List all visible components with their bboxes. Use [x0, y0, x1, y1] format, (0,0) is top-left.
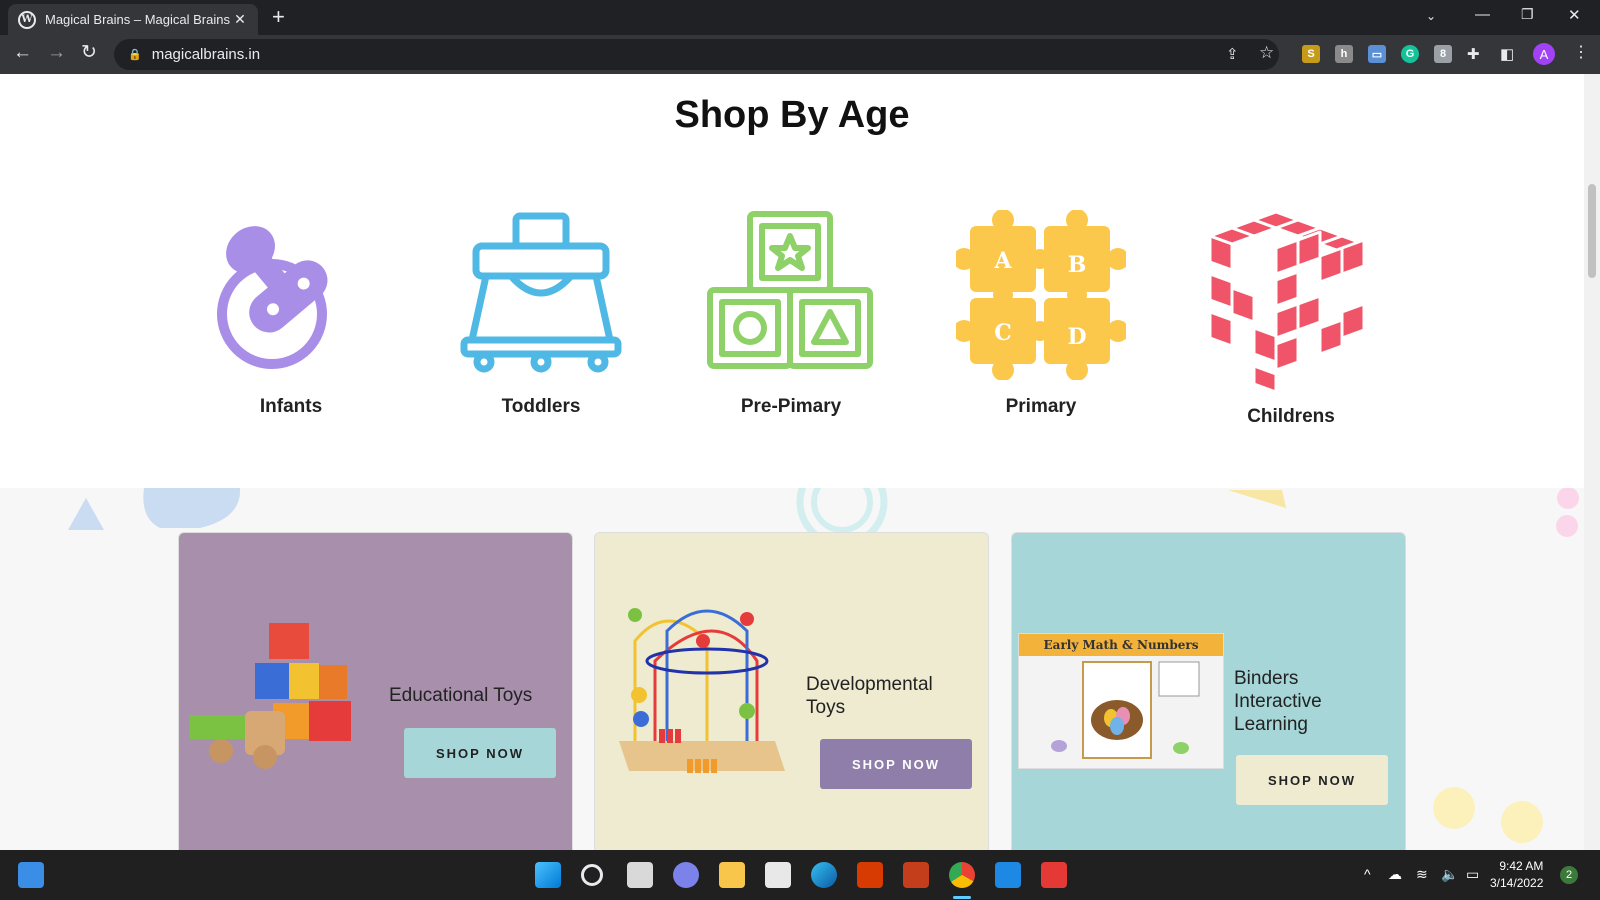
browser-titlebar: W Magical Brains – Magical Brains ✕ + ⌄ …	[0, 0, 1600, 35]
clock-time: 9:42 AM	[1499, 859, 1544, 873]
bead-maze-image	[619, 608, 785, 773]
office-app-icon[interactable]	[903, 862, 929, 888]
shop-now-button-educational-toys[interactable]: SHOP NOW	[404, 728, 556, 778]
office-icon[interactable]	[857, 862, 883, 888]
windows-taskbar: ^ ☁ ≋ 🔈 ▭ 9:42 AM 3/14/2022 2	[0, 850, 1600, 900]
binder-image-caption: Early Math & Numbers	[1019, 634, 1223, 656]
svg-text:C: C	[994, 320, 1012, 346]
edge-icon[interactable]	[811, 862, 837, 888]
shop-now-button-binders[interactable]: SHOP NOW	[1236, 755, 1388, 805]
card-title-line: Binders	[1234, 668, 1299, 689]
category-card-binders[interactable]: Early Math & Numbers Binders Interactive…	[1011, 532, 1406, 850]
card-title-line: Developmental	[806, 674, 933, 695]
shop-now-button-developmental-toys[interactable]: SHOP NOW	[820, 739, 972, 789]
age-toddlers[interactable]: Toddlers	[441, 210, 641, 418]
share-icon[interactable]: ⇪	[1226, 45, 1239, 65]
page-scrollbar[interactable]	[1584, 74, 1600, 850]
browser-tab[interactable]: W Magical Brains – Magical Brains ✕	[8, 4, 258, 35]
decorative-dots	[1433, 787, 1543, 843]
clock-date: 3/14/2022	[1490, 876, 1544, 890]
card-title-developmental-toys: Developmental Toys	[806, 673, 933, 719]
building-blocks-icon	[707, 211, 873, 369]
age-infants[interactable]: Infants	[191, 210, 391, 418]
age-label-toddlers: Toddlers	[501, 396, 581, 417]
active-app-indicator	[953, 896, 971, 899]
category-card-developmental-toys[interactable]: Developmental Toys SHOP NOW	[594, 532, 989, 850]
extension-window-icon[interactable]: ▭	[1368, 45, 1386, 63]
age-primary[interactable]: A B C D Primary	[941, 210, 1141, 418]
back-button[interactable]: ←	[13, 43, 32, 63]
age-childrens[interactable]: Childrens	[1191, 208, 1391, 428]
forward-button[interactable]: →	[47, 43, 66, 63]
close-window-button[interactable]: ✕	[1568, 6, 1581, 24]
search-icon[interactable]	[581, 864, 603, 886]
tab-title: Magical Brains – Magical Brains	[45, 12, 230, 27]
battery-icon[interactable]: ▭	[1466, 866, 1479, 883]
cube-icon	[1208, 210, 1366, 394]
easter-egg-nest-illustration	[1051, 661, 1200, 759]
browser-toolbar: ← → ↻ 🔒 magicalbrains.in ⇪ ☆ S h ▭ G 8 ✚…	[0, 35, 1600, 74]
wps-office-icon[interactable]	[1041, 862, 1067, 888]
side-panel-icon[interactable]: ◧	[1500, 45, 1514, 65]
start-button-icon[interactable]	[535, 862, 561, 888]
svg-text:A: A	[993, 248, 1012, 274]
grammarly-icon[interactable]: G	[1401, 45, 1419, 63]
binder-sample-image: Early Math & Numbers	[1018, 633, 1224, 769]
category-card-educational-toys[interactable]: Educational Toys SHOP NOW	[178, 532, 573, 850]
card-title-line: Learning	[1234, 714, 1308, 735]
age-preprimary[interactable]: Pre-Pimary	[691, 210, 891, 418]
onedrive-icon[interactable]: ☁	[1388, 866, 1402, 883]
tab-close-button[interactable]: ✕	[232, 11, 248, 28]
age-label-childrens: Childrens	[1247, 406, 1335, 427]
card-title-binders: Binders Interactive Learning	[1234, 667, 1322, 736]
menu-icon[interactable]: ⋮	[1573, 43, 1589, 63]
url-text: magicalbrains.in	[151, 46, 261, 63]
profile-avatar[interactable]: A	[1533, 43, 1555, 65]
minimize-button[interactable]: —	[1475, 6, 1490, 23]
notification-badge[interactable]: 2	[1560, 866, 1578, 884]
chrome-icon[interactable]	[949, 862, 975, 888]
card-title-line: Toys	[806, 697, 846, 718]
category-section: Educational Toys SHOP NOW Developmental …	[0, 488, 1584, 850]
extension-h-icon[interactable]: h	[1335, 45, 1353, 63]
age-label-preprimary: Pre-Pimary	[740, 396, 842, 417]
web-page: Shop By Age Infants Toddlers Pre-Pimary …	[0, 74, 1584, 850]
lock-icon: 🔒	[128, 49, 142, 61]
address-bar[interactable]: 🔒 magicalbrains.in	[114, 39, 1279, 70]
restore-button[interactable]: ❐	[1521, 6, 1534, 23]
teams-chat-icon[interactable]	[673, 862, 699, 888]
volume-icon[interactable]: 🔈	[1441, 866, 1458, 883]
system-clock[interactable]: 9:42 AM 3/14/2022	[1490, 858, 1543, 892]
reload-button[interactable]: ↻	[81, 43, 97, 63]
extensions-puzzle-icon[interactable]: ✚	[1467, 45, 1480, 65]
age-label-primary: Primary	[1005, 396, 1077, 417]
widgets-icon[interactable]	[18, 862, 44, 888]
page-title: Shop By Age	[674, 94, 910, 136]
microsoft-store-icon[interactable]	[765, 862, 791, 888]
extension-monitor-icon[interactable]: 8	[1434, 45, 1452, 63]
bookmark-star-icon[interactable]: ☆	[1259, 43, 1274, 63]
puzzle-icon: A B C D	[956, 210, 1126, 380]
task-view-icon[interactable]	[627, 862, 653, 888]
baby-walker-icon	[460, 212, 622, 373]
wordpress-icon: W	[18, 10, 36, 29]
pacifier-icon	[217, 226, 328, 369]
extension-sq-icon[interactable]: S	[1302, 45, 1320, 63]
card-title-line: Interactive	[1234, 691, 1322, 712]
show-hidden-icons-chevron-icon[interactable]: ^	[1364, 866, 1371, 882]
mail-icon[interactable]	[995, 862, 1021, 888]
new-tab-button[interactable]: +	[272, 6, 285, 28]
svg-text:D: D	[1067, 324, 1086, 350]
card-title-educational-toys: Educational Toys	[389, 685, 533, 706]
file-explorer-icon[interactable]	[719, 862, 745, 888]
age-label-infants: Infants	[259, 396, 323, 417]
scrollbar-thumb[interactable]	[1588, 184, 1596, 278]
svg-text:B: B	[1068, 252, 1087, 278]
wifi-icon[interactable]: ≋	[1416, 866, 1428, 883]
toy-blocks-truck-image	[189, 623, 351, 769]
tab-search-icon[interactable]: ⌄	[1426, 9, 1436, 23]
